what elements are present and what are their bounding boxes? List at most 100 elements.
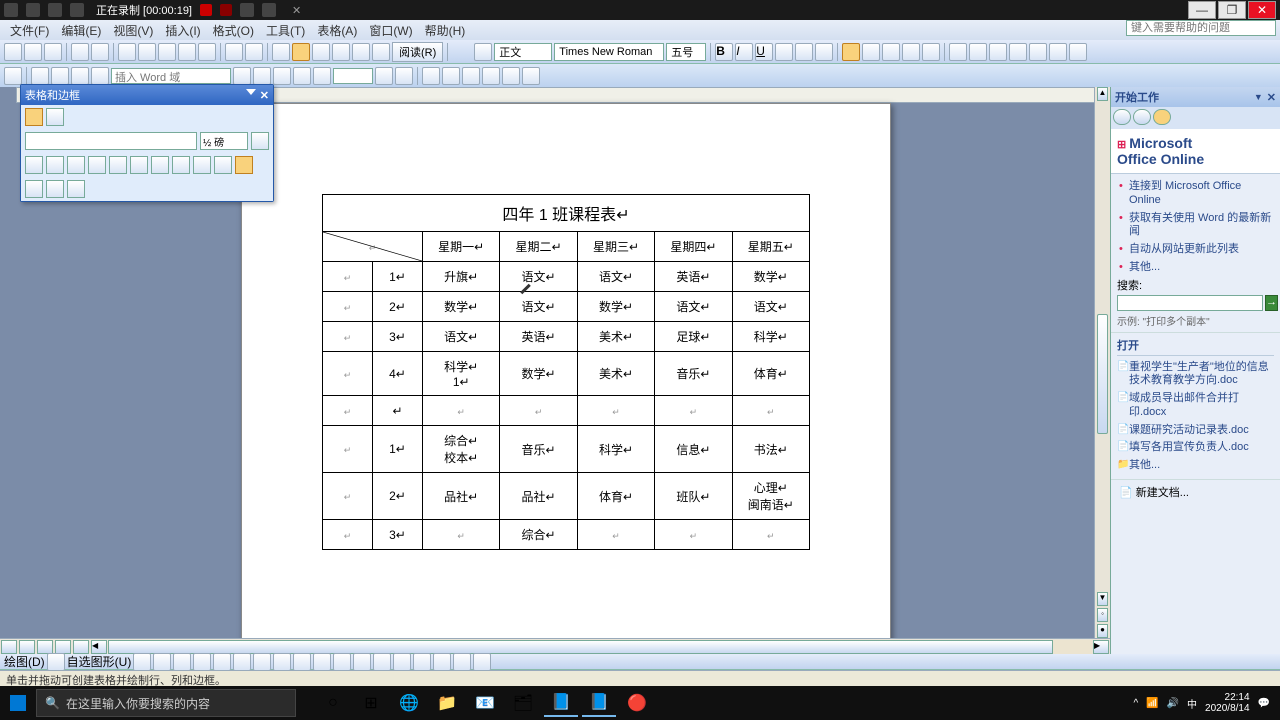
align-left-button[interactable] bbox=[842, 43, 860, 61]
subject-cell[interactable]: ↵ bbox=[423, 520, 500, 550]
subject-cell[interactable]: 语文↵ bbox=[500, 292, 577, 322]
highlight-button[interactable] bbox=[1049, 43, 1067, 61]
align-center-button[interactable] bbox=[862, 43, 880, 61]
subject-cell[interactable]: 足球↵ bbox=[655, 322, 732, 352]
taskpane-dropdown-icon[interactable]: ▼ bbox=[1254, 92, 1263, 102]
edit-icon[interactable] bbox=[262, 3, 276, 17]
recent-file-3[interactable]: 课题研究活动记录表.doc bbox=[1117, 422, 1274, 440]
autoshapes-menu[interactable]: 自选图形(U) bbox=[67, 653, 132, 670]
link-news[interactable]: 获取有关使用 Word 的最新新闻 bbox=[1117, 210, 1274, 242]
line-weight-select[interactable]: ½ 磅 bbox=[200, 132, 248, 150]
recorder-icon[interactable]: 🔴 bbox=[620, 689, 654, 717]
mm-first[interactable] bbox=[293, 67, 311, 85]
word-icon[interactable]: 📘 bbox=[544, 689, 578, 717]
dash-style-button[interactable] bbox=[413, 653, 431, 671]
period-cell[interactable]: 3↵ bbox=[373, 520, 423, 550]
row-label-cell[interactable]: ↵ bbox=[323, 352, 373, 396]
taskview-icon[interactable]: ⊞ bbox=[354, 689, 388, 717]
font-color-button-2[interactable] bbox=[373, 653, 391, 671]
period-cell[interactable]: 1↵ bbox=[373, 426, 423, 473]
menu-edit[interactable]: 编辑(E) bbox=[55, 20, 107, 41]
search-go-button[interactable]: → bbox=[1265, 295, 1278, 311]
period-cell[interactable]: 3↵ bbox=[373, 322, 423, 352]
rect-button[interactable] bbox=[173, 653, 191, 671]
cell-align-button[interactable] bbox=[235, 156, 253, 174]
start-button[interactable] bbox=[0, 686, 36, 720]
maximize-button[interactable]: ❐ bbox=[1218, 1, 1246, 19]
char-scale-button[interactable] bbox=[815, 43, 833, 61]
subject-cell[interactable]: 美术↵ bbox=[577, 352, 654, 396]
mail-icon[interactable]: 📧 bbox=[468, 689, 502, 717]
tray-time[interactable]: 22:14 bbox=[1205, 692, 1250, 703]
hscroll-thumb[interactable] bbox=[108, 640, 1053, 654]
camera-icon[interactable] bbox=[240, 3, 254, 17]
view-print-button[interactable] bbox=[37, 640, 53, 654]
menu-table[interactable]: 表格(A) bbox=[311, 20, 363, 41]
styles-button[interactable] bbox=[474, 43, 492, 61]
open-button[interactable] bbox=[24, 43, 42, 61]
subject-cell[interactable]: 科学↵ bbox=[577, 426, 654, 473]
row-label-cell[interactable]: ↵ bbox=[323, 396, 373, 426]
bold-button[interactable]: B bbox=[715, 43, 733, 61]
subject-cell[interactable]: ↵ bbox=[577, 396, 654, 426]
cut-button[interactable] bbox=[138, 43, 156, 61]
3d-button[interactable] bbox=[473, 653, 491, 671]
mm-btn-14[interactable] bbox=[522, 67, 540, 85]
browse-object-button[interactable]: ● bbox=[1097, 624, 1108, 638]
taskbar-search[interactable]: 🔍 在这里输入你要搜索的内容 bbox=[36, 689, 296, 717]
mm-btn-3[interactable] bbox=[51, 67, 69, 85]
picture-button[interactable] bbox=[313, 653, 331, 671]
insert-table-button-2[interactable] bbox=[67, 156, 85, 174]
row-label-cell[interactable]: ↵ bbox=[323, 473, 373, 520]
new-doc-button[interactable] bbox=[4, 43, 22, 61]
subject-cell[interactable]: 语文↵ bbox=[577, 262, 654, 292]
mm-btn-13[interactable] bbox=[502, 67, 520, 85]
edge-icon[interactable]: 🌐 bbox=[392, 689, 426, 717]
subject-cell[interactable]: ↵ bbox=[423, 396, 500, 426]
period-cell[interactable]: 4↵ bbox=[373, 352, 423, 396]
read-view-button[interactable]: 阅读(R) bbox=[392, 42, 443, 62]
word-icon-2[interactable]: 📘 bbox=[582, 689, 616, 717]
subject-cell[interactable]: 升旗↵ bbox=[423, 262, 500, 292]
font-color-button[interactable] bbox=[1069, 43, 1087, 61]
recent-file-2[interactable]: 域成员导出邮件合并打印.docx bbox=[1117, 390, 1274, 422]
border-button[interactable] bbox=[1029, 43, 1047, 61]
horizontal-scrollbar[interactable]: ◀ ▶ bbox=[0, 638, 1110, 654]
cortana-icon[interactable]: ○ bbox=[316, 689, 350, 717]
numbering-button[interactable] bbox=[949, 43, 967, 61]
outside-border-button[interactable] bbox=[25, 156, 43, 174]
vertical-scrollbar[interactable]: ▲ ▼ ◦ ● ◦ bbox=[1094, 87, 1110, 654]
vtextbox-button[interactable] bbox=[233, 653, 251, 671]
tray-vol-icon[interactable]: 🔊 bbox=[1167, 698, 1179, 709]
text-direction-button[interactable] bbox=[214, 156, 232, 174]
excel-button[interactable] bbox=[332, 43, 350, 61]
mm-last[interactable] bbox=[395, 67, 413, 85]
preview-button[interactable] bbox=[91, 43, 109, 61]
autoformat-button[interactable] bbox=[193, 156, 211, 174]
format-painter-button[interactable] bbox=[198, 43, 216, 61]
subject-cell[interactable]: ↵ bbox=[732, 396, 809, 426]
subject-cell[interactable]: 音乐↵ bbox=[655, 352, 732, 396]
mm-btn-6[interactable] bbox=[233, 67, 251, 85]
subject-cell[interactable]: 科学↵1↵ bbox=[423, 352, 500, 396]
scroll-right-button[interactable]: ▶ bbox=[1093, 640, 1109, 654]
subject-cell[interactable]: 语文↵ bbox=[500, 262, 577, 292]
spell-button[interactable] bbox=[118, 43, 136, 61]
tray-up-icon[interactable]: ^ bbox=[1133, 698, 1138, 709]
print-button[interactable] bbox=[71, 43, 89, 61]
subject-cell[interactable]: 信息↵ bbox=[655, 426, 732, 473]
menu-tools[interactable]: 工具(T) bbox=[260, 20, 311, 41]
recent-more[interactable]: 其他... bbox=[1117, 457, 1274, 475]
save-button[interactable] bbox=[44, 43, 62, 61]
nav-fwd-button[interactable] bbox=[1133, 109, 1151, 125]
subject-cell[interactable]: 书法↵ bbox=[732, 426, 809, 473]
subject-cell[interactable]: 语文↵ bbox=[423, 322, 500, 352]
help-search-input[interactable] bbox=[1126, 20, 1276, 36]
nav-back-button[interactable] bbox=[1113, 109, 1131, 125]
row-label-cell[interactable]: ↵ bbox=[323, 322, 373, 352]
subject-cell[interactable]: 语文↵ bbox=[655, 292, 732, 322]
subject-cell[interactable]: 英语↵ bbox=[500, 322, 577, 352]
subject-cell[interactable]: ↵ bbox=[655, 396, 732, 426]
nav-home-button[interactable] bbox=[1153, 109, 1171, 125]
record-button[interactable] bbox=[200, 4, 212, 16]
